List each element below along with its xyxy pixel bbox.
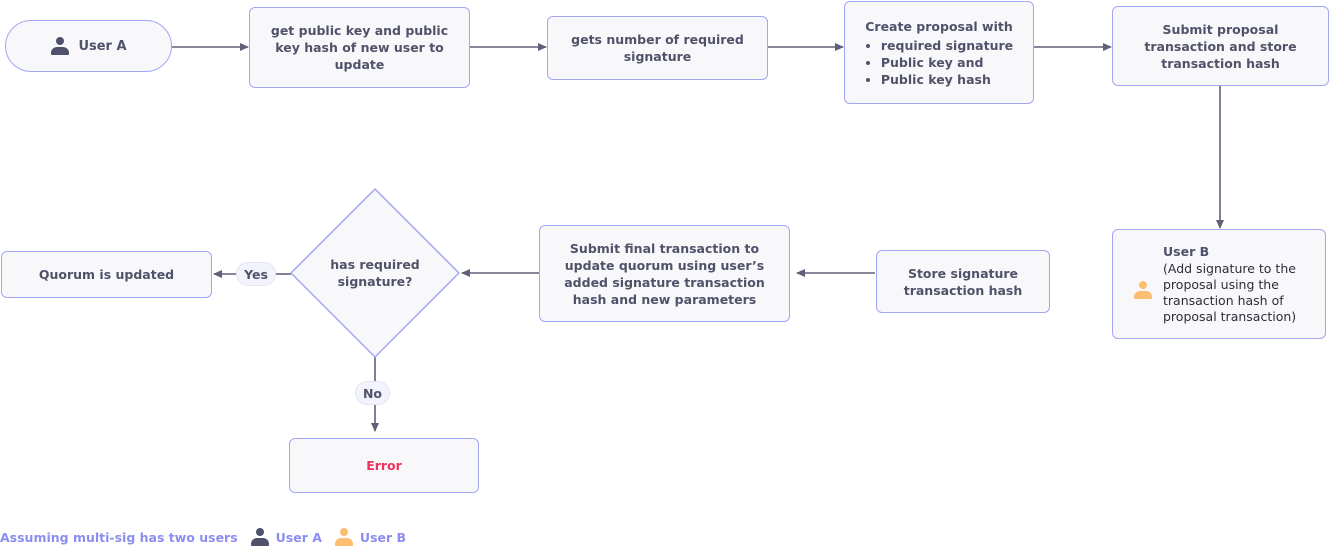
user-icon [250, 527, 270, 547]
node-store-signature-label: Store signature transaction hash [903, 265, 1023, 298]
edge-label-yes: Yes [236, 262, 276, 286]
node-gets-number-label: gets number of required signature [571, 32, 744, 64]
node-submit-final-label: Submit final transaction to update quoru… [564, 240, 765, 307]
user-icon [1133, 280, 1153, 300]
user-icon [50, 36, 70, 56]
node-gets-number[interactable]: gets number of required signature [547, 16, 768, 80]
node-user-b-title: User B [1163, 243, 1210, 259]
node-user-b[interactable]: User B (Add signature to the proposal us… [1112, 229, 1326, 339]
proposal-item: Public key hash [881, 71, 1013, 88]
node-get-public-key[interactable]: get public key and public key hash of ne… [249, 7, 470, 88]
node-submit-proposal[interactable]: Submit proposal transaction and store tr… [1112, 6, 1329, 86]
edge-label-no: No [355, 381, 390, 405]
proposal-item: required signature [881, 37, 1013, 54]
proposal-item: Public key and [881, 54, 1013, 71]
node-quorum-updated[interactable]: Quorum is updated [1, 251, 212, 298]
legend-text: Assuming multi-sig has two users [0, 529, 238, 545]
node-create-proposal-title: Create proposal with [865, 18, 1013, 34]
node-submit-proposal-label: Submit proposal transaction and store tr… [1144, 21, 1297, 71]
node-error-label: Error [366, 458, 402, 473]
node-user-a-label: User A [78, 38, 127, 54]
node-error[interactable]: Error [289, 438, 479, 493]
node-store-signature[interactable]: Store signature transaction hash [876, 250, 1050, 313]
node-quorum-updated-label: Quorum is updated [38, 267, 175, 282]
decision-label: has required signature? [330, 257, 420, 289]
proposal-items-list: required signature Public key and Public… [865, 37, 1013, 88]
legend: Assuming multi-sig has two users User A … [0, 527, 406, 547]
node-create-proposal[interactable]: Create proposal with required signature … [844, 1, 1034, 104]
legend-user-a: User A [275, 529, 322, 545]
node-get-public-key-label: get public key and public key hash of ne… [270, 23, 449, 72]
user-icon [334, 527, 354, 547]
node-user-a[interactable]: User A [5, 20, 172, 72]
legend-user-b: User B [359, 529, 407, 545]
node-submit-final[interactable]: Submit final transaction to update quoru… [539, 225, 790, 322]
node-user-b-label: (Add signature to the proposal using the… [1163, 260, 1297, 324]
